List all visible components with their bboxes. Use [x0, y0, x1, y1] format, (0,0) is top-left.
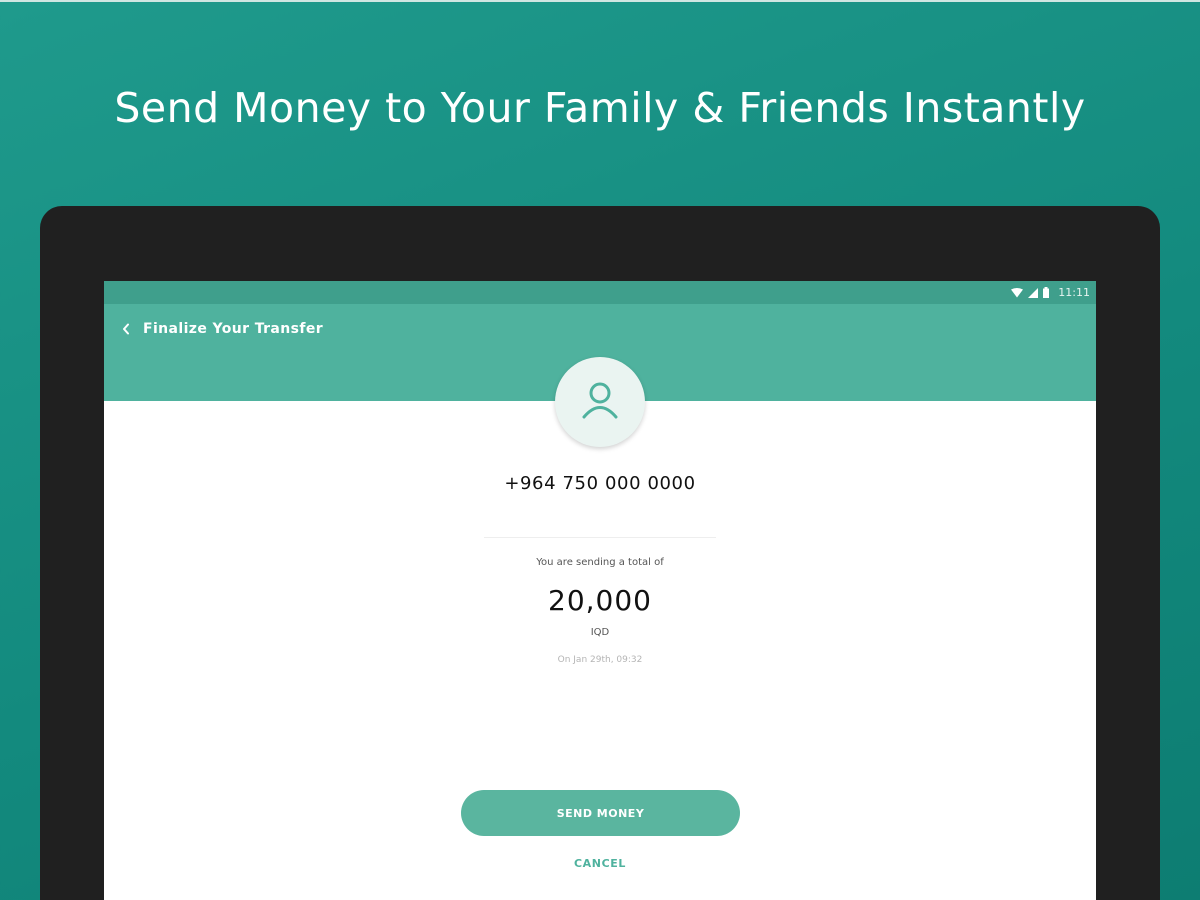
app-screen: 11:11 Finalize Your Transfer +964 750 00…	[104, 281, 1096, 900]
back-button[interactable]	[116, 319, 136, 339]
chevron-left-icon	[122, 320, 130, 339]
user-icon	[578, 378, 622, 426]
app-bar-title: Finalize Your Transfer	[143, 321, 324, 337]
status-icons: 11:11	[1011, 285, 1090, 300]
top-edge-line	[0, 0, 1200, 2]
cancel-button[interactable]: CANCEL	[574, 857, 626, 870]
transfer-date: On Jan 29th, 09:32	[557, 655, 643, 665]
recipient-avatar	[555, 357, 645, 447]
wifi-icon	[1011, 283, 1024, 302]
battery-icon	[1043, 283, 1050, 302]
cancel-row: CANCEL	[104, 857, 1096, 870]
divider	[484, 537, 716, 538]
transfer-currency: IQD	[590, 627, 610, 638]
status-bar: 11:11	[104, 281, 1096, 304]
sending-total-label: You are sending a total of	[536, 557, 664, 568]
promo-headline: Send Money to Your Family & Friends Inst…	[114, 84, 1086, 132]
transfer-amount: 20,000	[548, 584, 652, 617]
signal-icon	[1028, 283, 1039, 302]
recipient-phone: +964 750 000 0000	[504, 473, 696, 494]
status-time: 11:11	[1058, 286, 1090, 299]
send-money-button[interactable]: SEND MONEY	[461, 790, 740, 836]
